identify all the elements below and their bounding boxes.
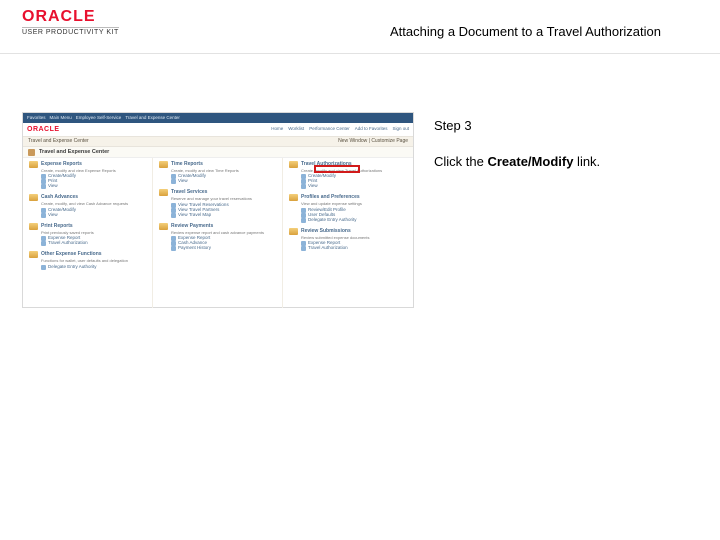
- tile-desc: Functions for wallet, user defaults and …: [41, 259, 148, 263]
- tile-title[interactable]: Print Reports: [41, 224, 73, 230]
- tile-grid: Expense Reports Create, modify and view …: [23, 158, 413, 308]
- tile-title[interactable]: Profiles and Preferences: [301, 195, 360, 201]
- tile-cash-advances: Cash Advances Create, modify, and view C…: [29, 194, 148, 217]
- step-panel: Step 3 Click the Create/Modify link.: [434, 112, 600, 171]
- page-heading: Travel and Expense Center: [23, 147, 413, 158]
- nav-home[interactable]: Home: [271, 127, 283, 132]
- step-label: Step 3: [434, 118, 600, 133]
- tile-travel-authorizations: Travel Authorizations Create, modify and…: [289, 161, 409, 189]
- document-title: Attaching a Document to a Travel Authori…: [390, 24, 661, 39]
- folder-icon: [29, 251, 38, 258]
- tile-other-functions: Other Expense Functions Functions for wa…: [29, 251, 148, 269]
- content-row: Favorites Main Menu Employee Self-Servic…: [0, 54, 720, 308]
- tile-expense-reports: Expense Reports Create, modify and view …: [29, 161, 148, 189]
- nav-signout[interactable]: Sign out: [392, 127, 409, 132]
- tile-review-payments: Review Payments Review expense report an…: [159, 223, 278, 251]
- breadcrumb-item[interactable]: Main Menu: [50, 116, 72, 121]
- folder-icon: [159, 189, 168, 196]
- folder-icon: [29, 161, 38, 168]
- page-icon: [28, 149, 35, 156]
- breadcrumb-item[interactable]: Travel and Expense Center: [125, 116, 180, 121]
- header-divider: [0, 53, 720, 54]
- section-title: Travel and Expense Center: [28, 139, 89, 145]
- step-text-suffix: link.: [573, 154, 600, 169]
- link[interactable]: Delegate Entry Authority: [41, 265, 148, 270]
- link-view[interactable]: View: [41, 184, 148, 189]
- step-text-target: Create/Modify: [487, 154, 573, 169]
- utility-nav: Home Worklist Performance Center Add to …: [271, 127, 409, 132]
- folder-icon: [29, 223, 38, 230]
- breadcrumb-item[interactable]: Employee Self-Service: [76, 116, 122, 121]
- tile-print-reports: Print Reports Print previously saved rep…: [29, 223, 148, 246]
- folder-icon: [29, 194, 38, 201]
- tile-title[interactable]: Travel Authorizations: [301, 162, 352, 168]
- oracle-upk-logo: ORACLE USER PRODUCTIVITY KIT: [22, 8, 119, 36]
- tile-title[interactable]: Cash Advances: [41, 195, 78, 201]
- folder-icon: [159, 223, 168, 230]
- nav-add-favorites[interactable]: Add to Favorites: [355, 127, 388, 132]
- page-header: ORACLE USER PRODUCTIVITY KIT Attaching a…: [0, 0, 720, 54]
- page-title: Travel and Expense Center: [39, 149, 109, 155]
- section-tools[interactable]: New Window | Customize Page: [338, 139, 408, 145]
- tile-time-reports: Time Reports Create, modify and view Tim…: [159, 161, 278, 184]
- folder-icon: [289, 194, 298, 201]
- folder-icon: [159, 161, 168, 168]
- folder-icon: [289, 161, 298, 168]
- tile-review-submissions: Review Submissions Review submitted expe…: [289, 228, 409, 251]
- tile-title[interactable]: Time Reports: [171, 162, 203, 168]
- section-title-bar: Travel and Expense Center New Window | C…: [23, 137, 413, 147]
- tile-title[interactable]: Other Expense Functions: [41, 252, 102, 258]
- nav-performance[interactable]: Performance Center: [309, 127, 350, 132]
- tile-title[interactable]: Travel Services: [171, 190, 207, 196]
- folder-icon: [289, 228, 298, 235]
- tile-column: Time Reports Create, modify and view Tim…: [153, 158, 283, 308]
- tile-title[interactable]: Expense Reports: [41, 162, 82, 168]
- step-instruction: Click the Create/Modify link.: [434, 153, 600, 171]
- nav-worklist[interactable]: Worklist: [288, 127, 304, 132]
- breadcrumb-item[interactable]: Favorites: [27, 116, 46, 121]
- app-header: ORACLE Home Worklist Performance Center …: [23, 123, 413, 137]
- link[interactable]: Delegate Entry Authority: [301, 218, 409, 223]
- link[interactable]: Travel Authorization: [41, 241, 148, 246]
- tile-column: Travel Authorizations Create, modify and…: [283, 158, 413, 308]
- link[interactable]: View: [171, 179, 278, 184]
- step-text-prefix: Click the: [434, 154, 487, 169]
- tile-travel-services: Travel Services Reserve and manage your …: [159, 189, 278, 217]
- brand-text: ORACLE: [22, 8, 96, 26]
- subbrand-text: USER PRODUCTIVITY KIT: [22, 27, 119, 36]
- tile-title[interactable]: Review Submissions: [301, 229, 351, 235]
- link[interactable]: Payment History: [171, 246, 278, 251]
- tile-column: Expense Reports Create, modify and view …: [23, 158, 153, 308]
- link[interactable]: View Travel Map: [171, 213, 278, 218]
- link-view[interactable]: View: [301, 184, 409, 189]
- breadcrumb-bar: Favorites Main Menu Employee Self-Servic…: [23, 113, 413, 123]
- link-view[interactable]: View: [41, 213, 148, 218]
- link[interactable]: Travel Authorization: [301, 246, 409, 251]
- app-brand: ORACLE: [27, 126, 60, 134]
- tile-title[interactable]: Review Payments: [171, 224, 213, 230]
- app-screenshot: Favorites Main Menu Employee Self-Servic…: [22, 112, 414, 308]
- tile-profiles: Profiles and Preferences View and update…: [289, 194, 409, 222]
